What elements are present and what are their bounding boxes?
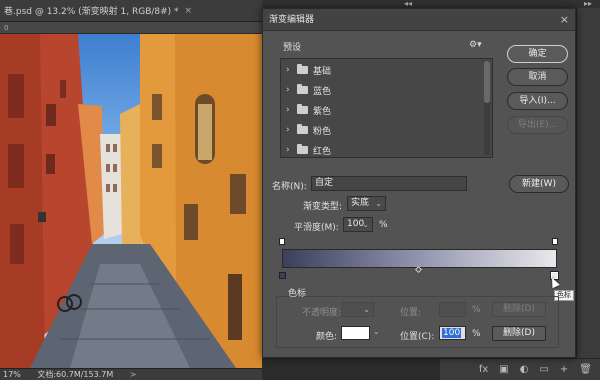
chevron-right-icon[interactable]: › [286, 145, 292, 155]
chevron-right-icon[interactable]: › [286, 105, 292, 115]
dialog-title-bar[interactable]: 渐变编辑器 × [263, 9, 575, 31]
preset-folder[interactable]: › 红色 [286, 143, 331, 157]
opacity-stop-right[interactable] [552, 238, 558, 245]
dialog-title: 渐变编辑器 [269, 15, 315, 25]
name-label: 名称(N): [272, 182, 307, 192]
gradient-type-select[interactable]: 实底 ⌄ [347, 196, 386, 211]
smoothness-label: 平滑度(M): [294, 223, 339, 233]
preset-scrollbar[interactable] [484, 61, 490, 155]
folder-icon [297, 124, 308, 134]
adjustment-icon[interactable]: ◐ [520, 364, 529, 375]
chevron-right-icon[interactable]: › [286, 85, 292, 95]
presets-label: 预设 [283, 43, 302, 53]
layers-panel [576, 8, 600, 358]
preset-folder[interactable]: › 基础 [286, 63, 331, 77]
alley-photo [0, 34, 262, 368]
new-button[interactable]: 新建(W) [509, 175, 569, 193]
layers-panel-toolbar: fx ▣ ◐ ▭ + 🗑 [440, 358, 600, 380]
opacity-location-label: 位置: [400, 308, 422, 318]
preset-folder-label: 紫色 [313, 106, 332, 117]
opacity-label: 不透明度: [302, 308, 342, 318]
stops-group-label: 色标 [288, 289, 307, 299]
import-button[interactable]: 导入(I)... [507, 92, 568, 110]
location-label: 位置(C): [400, 332, 435, 342]
gradient-type-label: 渐变类型: [303, 202, 343, 212]
gradient-editor-dialog: 渐变编辑器 × 预设 ⚙▾ › 基础 › 蓝色 › 紫色 › 粉色 › 红色 确… [262, 8, 576, 358]
collapse-panels-icon[interactable]: ◂◂ [404, 0, 412, 8]
location-value: 100 [442, 328, 462, 338]
zoom-level[interactable]: 17% [3, 370, 21, 379]
opacity-stop-left[interactable] [279, 238, 285, 245]
document-size: 文档:60.7M/153.7M [37, 370, 114, 379]
gradient-type-value: 实底 [351, 198, 370, 208]
scrollbar-thumb[interactable] [484, 61, 490, 103]
preset-folder-label: 粉色 [313, 126, 332, 137]
chevron-down-icon: ⌄ [362, 220, 369, 229]
color-stop-left[interactable] [279, 272, 286, 279]
chevron-right-icon[interactable]: › [286, 125, 292, 135]
preset-folder-label: 基础 [313, 66, 332, 77]
folder-icon [297, 104, 308, 114]
gear-icon[interactable]: ⚙▾ [469, 40, 482, 50]
mouse-cursor-icon [548, 275, 560, 289]
expand-panels-icon[interactable]: ▸▸ [584, 0, 592, 8]
chevron-right-icon[interactable]: › [286, 65, 292, 75]
percent-sign: % [472, 305, 481, 315]
location-field[interactable]: 100 [439, 326, 466, 340]
mask-icon[interactable]: ▣ [499, 364, 508, 375]
delete-opacity-stop-button[interactable]: 删除(D) [492, 302, 546, 317]
chevron-down-icon[interactable]: ⌄ [373, 327, 380, 336]
folder-icon [297, 84, 308, 94]
chevron-down-icon: ⌄ [363, 305, 370, 314]
preset-folder-label: 蓝色 [313, 86, 332, 97]
color-swatch[interactable] [341, 326, 370, 340]
document-canvas[interactable] [0, 34, 262, 368]
ruler-tick-label: 0 [4, 24, 9, 32]
group-icon[interactable]: ▭ [539, 364, 548, 375]
close-icon[interactable]: × [185, 6, 193, 16]
panel-top-strip [262, 0, 600, 8]
preset-list[interactable]: › 基础 › 蓝色 › 紫色 › 粉色 › 红色 [280, 58, 493, 158]
status-menu-icon[interactable]: > [130, 370, 137, 379]
fx-icon[interactable]: fx [479, 364, 488, 375]
opacity-location-field-disabled[interactable] [439, 302, 466, 317]
preset-folder[interactable]: › 紫色 [286, 103, 331, 117]
folder-icon [297, 144, 308, 154]
percent-sign: % [472, 329, 481, 339]
opacity-field-disabled[interactable]: ⌄ [342, 302, 374, 317]
chevron-down-icon: ⌄ [375, 199, 382, 208]
document-tab-title: 巷.psd @ 13.2% (渐变映射 1, RGB/8#) * [4, 7, 179, 17]
cancel-button[interactable]: 取消 [507, 68, 568, 86]
trash-icon[interactable]: 🗑 [579, 364, 592, 375]
new-layer-icon[interactable]: + [560, 364, 568, 375]
delete-color-stop-button[interactable]: 删除(D) [492, 326, 546, 341]
preset-folder-label: 红色 [313, 146, 332, 157]
horizontal-ruler: 0 [0, 22, 262, 34]
close-icon[interactable]: × [560, 9, 569, 31]
export-button[interactable]: 导出(E)... [507, 116, 568, 134]
percent-sign: % [379, 220, 388, 230]
document-tab[interactable]: 巷.psd @ 13.2% (渐变映射 1, RGB/8#) * × [0, 0, 262, 22]
color-label: 颜色: [316, 332, 338, 342]
status-bar: 17% 文档:60.7M/153.7M > [0, 368, 262, 380]
preset-folder[interactable]: › 蓝色 [286, 83, 331, 97]
preset-folder[interactable]: › 粉色 [286, 123, 331, 137]
ok-button[interactable]: 确定 [507, 45, 568, 63]
name-field[interactable]: 自定 [311, 176, 467, 191]
gradient-preview-bar[interactable] [282, 249, 557, 268]
smoothness-field[interactable]: 100 ⌄ [343, 217, 373, 232]
folder-icon [297, 64, 308, 74]
